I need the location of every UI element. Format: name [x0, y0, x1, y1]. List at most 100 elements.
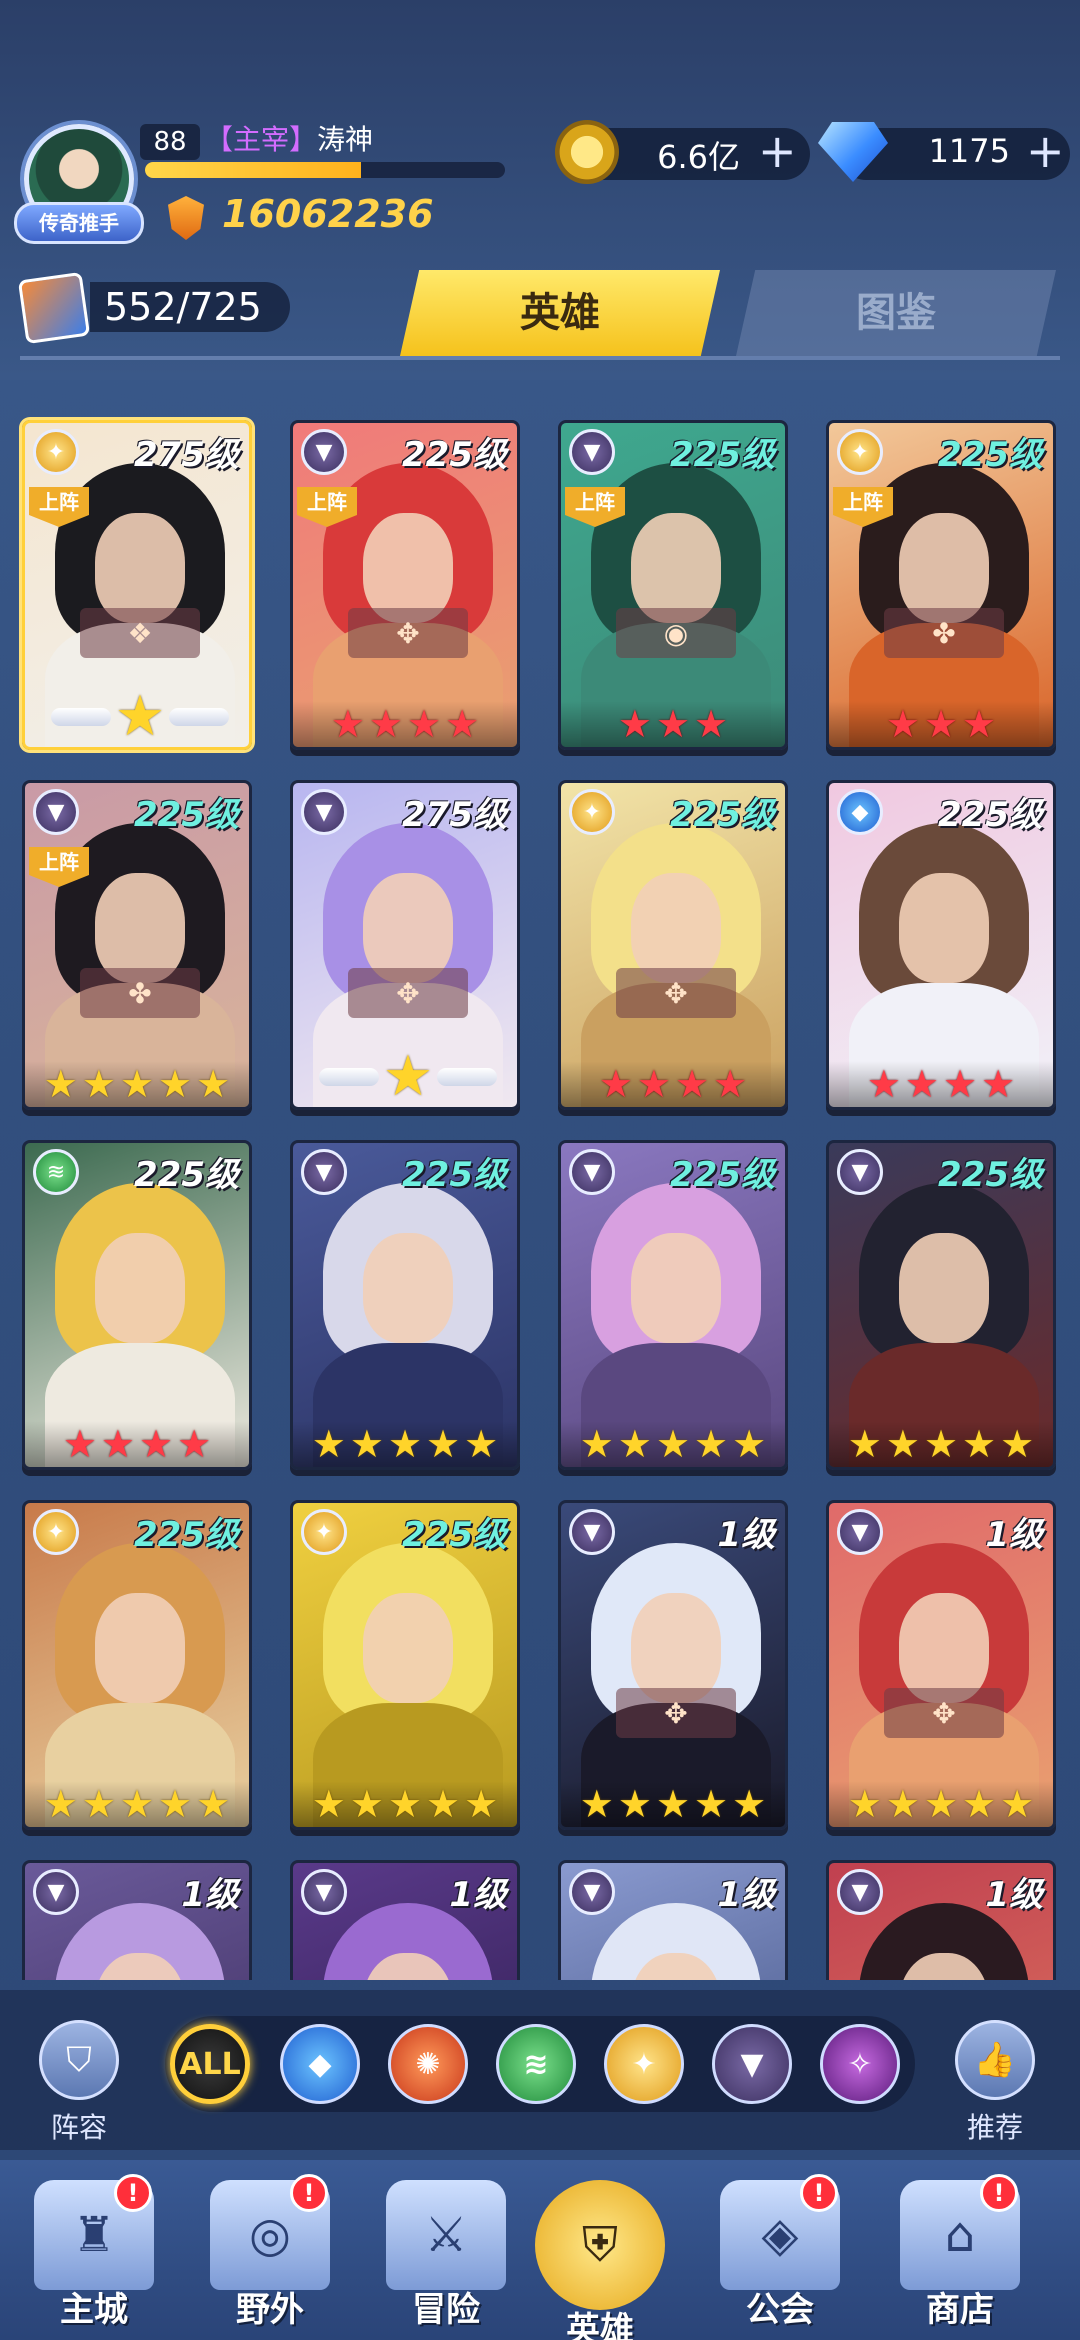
recommend-button[interactable]: 👍 推荐 [950, 2020, 1040, 2146]
dark-faction-icon: ▼ [33, 789, 79, 835]
star-rating: ★ ★ ★ ★ ★ [25, 1781, 249, 1827]
hero-card[interactable]: ▼ 1级 [22, 1860, 252, 1980]
notification-badge: ! [800, 2174, 838, 2212]
star-icon: ★ [407, 702, 442, 746]
hero-card[interactable]: ◆ 225级 ★ ★ ★ ★ [826, 780, 1056, 1110]
star-icon: ★ [196, 1062, 231, 1106]
hero-card[interactable]: ▼ 1级 [826, 1860, 1056, 1980]
star-icon: ★ [923, 1782, 959, 1826]
hero-face [363, 1233, 453, 1343]
dark-faction-icon: ▼ [301, 1869, 347, 1915]
hero-level: 225级 [402, 1155, 507, 1195]
star-icon: ★ [962, 1422, 997, 1466]
hero-card[interactable]: ✦ 225级 ✥ ★ ★ ★ ★ [558, 780, 788, 1110]
hero-card[interactable]: ✦ 225级 ★ ★ ★ ★ ★ [290, 1500, 520, 1830]
star-icon: ★ [81, 1782, 116, 1826]
hero-level: 1级 [449, 1875, 507, 1915]
star-icon: ★ [426, 1422, 461, 1466]
filter-light-button[interactable]: ✦ [604, 2024, 684, 2104]
star-icon: ★ [177, 1422, 212, 1466]
notification-badge: ! [290, 2174, 328, 2212]
light-faction-icon: ✦ [837, 429, 883, 475]
star-icon: ★ [885, 1422, 920, 1466]
star-icon: ★ [330, 702, 365, 746]
hero-card[interactable]: ▼ 225级 上阵 ✥ ★ ★ ★ ★ [290, 420, 520, 750]
hero-card[interactable]: ▼ 225级 上阵 ◉ ★ ★ ★ [558, 420, 788, 750]
filter-dark-button[interactable]: ▼ [712, 2024, 792, 2104]
star-icon: ★ [100, 1422, 135, 1466]
star-icon: ★ [387, 1782, 423, 1826]
player-title-tag: 【主宰】 [205, 123, 318, 156]
star-icon: ★ [464, 1782, 499, 1826]
star-icon: ★ [43, 1782, 78, 1826]
hero-face [899, 1233, 989, 1343]
hero-level: 225级 [938, 1155, 1043, 1195]
hero-card[interactable]: ▼ 275级 ✥ ★ [290, 780, 520, 1110]
star-icon: ★ [732, 1782, 767, 1826]
hero-face [631, 513, 721, 623]
star-rating: ★ ★ ★ ★ ★ [293, 1421, 517, 1467]
nav-hero[interactable]: ⛨ 英雄 [520, 2180, 680, 2340]
star-icon: ★ [119, 1062, 155, 1106]
hero-card[interactable]: ▼ 1级 [290, 1860, 520, 1980]
notification-badge: ! [114, 2174, 152, 2212]
dark-faction-icon: ▼ [569, 429, 615, 475]
dark-faction-icon: ▼ [837, 1149, 883, 1195]
nav-shop[interactable]: ⌂ 商店! [880, 2174, 1040, 2340]
winged-star-rank: ★ [45, 689, 235, 745]
wing-right [169, 708, 230, 726]
dark-faction-icon: ▼ [837, 1509, 883, 1555]
star-icon: ★ [387, 1422, 423, 1466]
hero-card-count: 552/725 [90, 282, 290, 332]
add-gem-button[interactable]: + [1026, 128, 1065, 174]
filter-void-button[interactable]: ✧ [820, 2024, 900, 2104]
hero-face [899, 873, 989, 983]
star-rating: ★ ★ ★ [561, 701, 785, 747]
hero-card[interactable]: ▼ 225级 ★ ★ ★ ★ ★ [558, 1140, 788, 1470]
hero-card[interactable]: ▼ 1级 [558, 1860, 788, 1980]
filter-all-button[interactable]: ALL [170, 2024, 250, 2104]
hero-card[interactable]: ▼ 225级 ★ ★ ★ ★ ★ [290, 1140, 520, 1470]
gold-coin-icon [555, 120, 619, 184]
hero-level: 225级 [402, 435, 507, 475]
star-rating: ★ ★ ★ ★ [829, 1061, 1053, 1107]
star-icon: ★ [885, 702, 920, 746]
tab-heroes[interactable]: 英雄 [400, 270, 720, 356]
hero-card[interactable]: ✦ 225级 上阵 ✤ ★ ★ ★ [826, 420, 1056, 750]
shield-icon: ⛉ [39, 2020, 119, 2100]
hero-face [95, 513, 185, 623]
hero-card[interactable]: ▼ 1级 ✥ ★ ★ ★ ★ ★ [826, 1500, 1056, 1830]
star-icon: ★ [158, 1782, 193, 1826]
star-icon: ★ [962, 1782, 997, 1826]
hero-emblem-icon: ❖ [80, 608, 200, 658]
filter-water-button[interactable]: ◆ [280, 2024, 360, 2104]
gold-value: 6.6亿 [657, 138, 740, 176]
star-icon: ★ [1000, 1422, 1035, 1466]
wing-left [50, 708, 111, 726]
nav-wild[interactable]: ◎ 野外! [190, 2174, 350, 2340]
star-icon: ★ [923, 702, 959, 746]
hero-card[interactable]: ▼ 225级 ★ ★ ★ ★ ★ [826, 1140, 1056, 1470]
hero-card[interactable]: ✦ 225级 ★ ★ ★ ★ ★ [22, 1500, 252, 1830]
add-gold-button[interactable]: + [758, 128, 797, 174]
hero-card[interactable]: ✦ 275级 上阵 ❖ ★ [22, 420, 252, 750]
player-name-text: 涛神 [317, 123, 374, 156]
tab-catalog[interactable]: 图鉴 [736, 270, 1056, 356]
filter-fire-button[interactable]: ✺ [388, 2024, 468, 2104]
hero-card[interactable]: ▼ 225级 上阵 ✤ ★ ★ ★ ★ ★ [22, 780, 252, 1110]
nav-city[interactable]: ♜ 主城! [14, 2174, 174, 2340]
star-icon: ★ [847, 1782, 882, 1826]
hero-card[interactable]: ▼ 1级 ✥ ★ ★ ★ ★ ★ [558, 1500, 788, 1830]
star-rating: ★ ★ ★ ★ ★ [829, 1421, 1053, 1467]
star-icon: ★ [196, 1782, 231, 1826]
filter-wind-button[interactable]: ≋ [496, 2024, 576, 2104]
hero-level: 225级 [134, 1515, 239, 1555]
hero-card[interactable]: ≋ 225级 ★ ★ ★ ★ [22, 1140, 252, 1470]
nav-adventure[interactable]: ⚔ 冒险 [366, 2180, 526, 2340]
hero-grid: ✦ 275级 上阵 ❖ ★ ▼ 225级 上阵 ✥ ★ ★ ★ ★ ▼ 225级 上阵 ◉ ★ ★ ★ ✦ 225级 上阵 ✤… [0, 380, 1080, 1980]
hero-face [631, 1233, 721, 1343]
nav-guild[interactable]: ◈ 公会! [700, 2174, 860, 2340]
hero-level: 225级 [670, 795, 775, 835]
lineup-button[interactable]: ⛉ 阵容 [34, 2020, 124, 2146]
player-avatar[interactable]: 传奇推手 [14, 118, 144, 248]
